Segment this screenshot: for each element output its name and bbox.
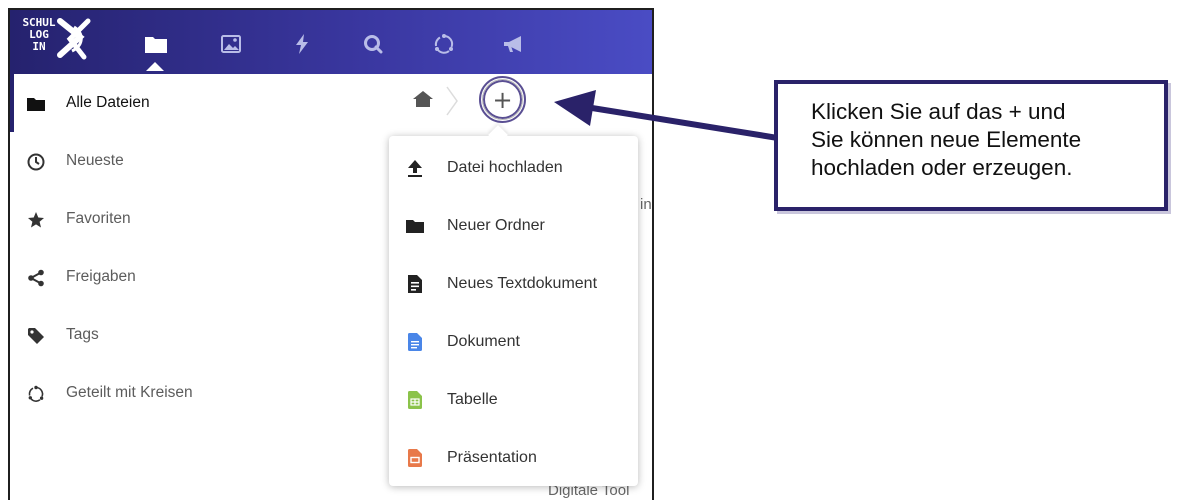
callout-line-1: Klicken Sie auf das + und bbox=[811, 99, 1066, 124]
sidebar-item-tags[interactable]: Tags bbox=[10, 316, 402, 356]
menu-item-label: Neues Textdokument bbox=[447, 275, 598, 292]
active-app-indicator bbox=[146, 62, 164, 71]
menu-item-label: Datei hochladen bbox=[447, 159, 563, 176]
logo-mark-icon bbox=[57, 18, 91, 60]
upload-icon bbox=[405, 158, 425, 178]
sidebar-item-favorites[interactable]: Favoriten bbox=[10, 200, 402, 240]
menu-item-upload-file[interactable]: Datei hochladen bbox=[389, 146, 638, 190]
pointer-arrow-icon bbox=[554, 90, 778, 141]
schul-login-logo[interactable]: SCHUL LOG IN bbox=[20, 17, 110, 69]
sidebar-active-indicator bbox=[10, 74, 14, 132]
circles-icon[interactable] bbox=[428, 28, 460, 60]
folder-icon bbox=[405, 216, 425, 236]
files-app-icon[interactable] bbox=[140, 28, 172, 60]
top-navigation-bar: SCHUL LOG IN bbox=[10, 10, 652, 74]
background-text-fragment: in bbox=[640, 196, 652, 213]
document-icon bbox=[405, 332, 425, 352]
breadcrumb-separator-icon bbox=[445, 85, 459, 121]
folder-icon bbox=[26, 94, 46, 114]
menu-item-spreadsheet[interactable]: Tabelle bbox=[389, 378, 638, 422]
instruction-callout: Klicken Sie auf das + und Sie können neu… bbox=[774, 80, 1168, 211]
menu-item-presentation[interactable]: Präsentation bbox=[389, 436, 638, 480]
share-icon bbox=[26, 268, 46, 288]
callout-line-2: Sie können neue Elemente bbox=[811, 127, 1082, 152]
files-sidebar: Alle Dateien Neueste Favoriten Freigaben… bbox=[10, 74, 402, 500]
clock-icon bbox=[26, 152, 46, 172]
lightning-icon[interactable] bbox=[286, 28, 318, 60]
tag-icon bbox=[26, 326, 46, 346]
presentation-icon bbox=[405, 448, 425, 468]
sidebar-item-label: Neueste bbox=[66, 152, 124, 169]
sidebar-item-all-files[interactable]: Alle Dateien bbox=[10, 84, 402, 124]
circles-icon bbox=[26, 384, 46, 404]
sidebar-item-label: Geteilt mit Kreisen bbox=[66, 384, 193, 401]
sidebar-item-circles[interactable]: Geteilt mit Kreisen bbox=[10, 374, 402, 414]
add-new-button[interactable]: + bbox=[482, 79, 523, 120]
menu-item-label: Tabelle bbox=[447, 391, 498, 408]
sidebar-item-recent[interactable]: Neueste bbox=[10, 142, 402, 182]
megaphone-icon[interactable] bbox=[498, 28, 530, 60]
logo-line-3: IN bbox=[32, 40, 46, 53]
text-file-icon bbox=[405, 274, 425, 294]
image-icon[interactable] bbox=[215, 28, 247, 60]
new-item-menu: Datei hochladen Neuer Ordner Neues Textd… bbox=[389, 125, 638, 486]
menu-item-label: Neuer Ordner bbox=[447, 217, 545, 234]
logo-wordmark: SCHUL LOG IN bbox=[20, 17, 58, 53]
star-icon bbox=[26, 210, 46, 230]
sidebar-item-label: Favoriten bbox=[66, 210, 131, 227]
callout-text: Klicken Sie auf das + und Sie können neu… bbox=[811, 98, 1151, 182]
spreadsheet-icon bbox=[405, 390, 425, 410]
menu-item-label: Dokument bbox=[447, 333, 520, 350]
sidebar-item-label: Freigaben bbox=[66, 268, 136, 285]
menu-item-label: Präsentation bbox=[447, 449, 537, 466]
menu-item-new-text-document[interactable]: Neues Textdokument bbox=[389, 262, 638, 306]
home-icon[interactable] bbox=[413, 91, 433, 111]
callout-line-3: hochladen oder erzeugen. bbox=[811, 155, 1073, 180]
sidebar-item-label: Alle Dateien bbox=[66, 94, 150, 111]
menu-item-document[interactable]: Dokument bbox=[389, 320, 638, 364]
sidebar-item-label: Tags bbox=[66, 326, 99, 343]
sidebar-item-shares[interactable]: Freigaben bbox=[10, 258, 402, 298]
menu-item-new-folder[interactable]: Neuer Ordner bbox=[389, 204, 638, 248]
search-icon[interactable] bbox=[357, 28, 389, 60]
